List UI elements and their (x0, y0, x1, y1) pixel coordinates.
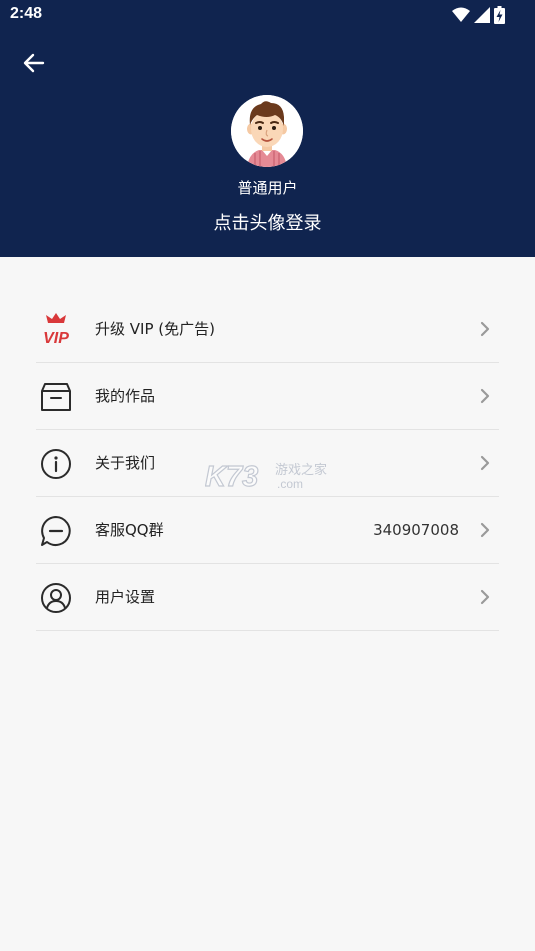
status-time: 2:48 (10, 5, 43, 22)
watermark-domain: .com (277, 477, 303, 491)
status-icons (452, 6, 505, 24)
avatar[interactable] (231, 95, 303, 167)
svg-text:VIP: VIP (43, 330, 69, 347)
menu-item-label: 用户设置 (95, 588, 156, 606)
chevron-right-icon (480, 589, 490, 605)
menu-item-vip[interactable]: VIP 升级 VIP (免广告) (36, 296, 499, 363)
user-type-label: 普通用户 (237, 179, 298, 197)
profile-header: 2:48 普通用户 点击头像登录 (0, 0, 535, 257)
vip-crown-icon: VIP (38, 313, 74, 347)
menu-item-qq-group[interactable]: 客服QQ群 340907008 (36, 497, 499, 564)
menu-item-label: 我的作品 (95, 387, 156, 405)
arrow-left-icon (23, 53, 45, 73)
menu-item-user-settings[interactable]: 用户设置 (36, 564, 499, 631)
k73-watermark: K73 游戏之家 .com (205, 460, 327, 493)
watermark-brand: K73 (205, 461, 258, 493)
back-button[interactable] (18, 47, 50, 79)
battery-charging-icon (494, 6, 505, 24)
info-icon (38, 447, 74, 481)
menu-item-label: 客服QQ群 (95, 521, 164, 539)
chevron-right-icon (480, 522, 490, 538)
status-bar: 2:48 (0, 0, 535, 30)
chevron-right-icon (480, 455, 490, 471)
wifi-icon (452, 7, 470, 22)
watermark-text: 游戏之家 (275, 462, 327, 478)
chevron-right-icon (480, 321, 490, 337)
chevron-right-icon (480, 388, 490, 404)
login-hint[interactable]: 点击头像登录 (0, 209, 535, 235)
cartoon-boy-avatar (231, 95, 303, 167)
chat-bubble-icon (38, 514, 74, 548)
signal-icon (474, 7, 490, 23)
menu-item-label: 升级 VIP (免广告) (95, 320, 215, 338)
box-icon (38, 380, 74, 414)
user-icon (38, 581, 74, 615)
qq-group-number: 340907008 (373, 521, 459, 539)
menu-item-label: 关于我们 (95, 454, 156, 472)
menu-item-my-works[interactable]: 我的作品 (36, 363, 499, 430)
